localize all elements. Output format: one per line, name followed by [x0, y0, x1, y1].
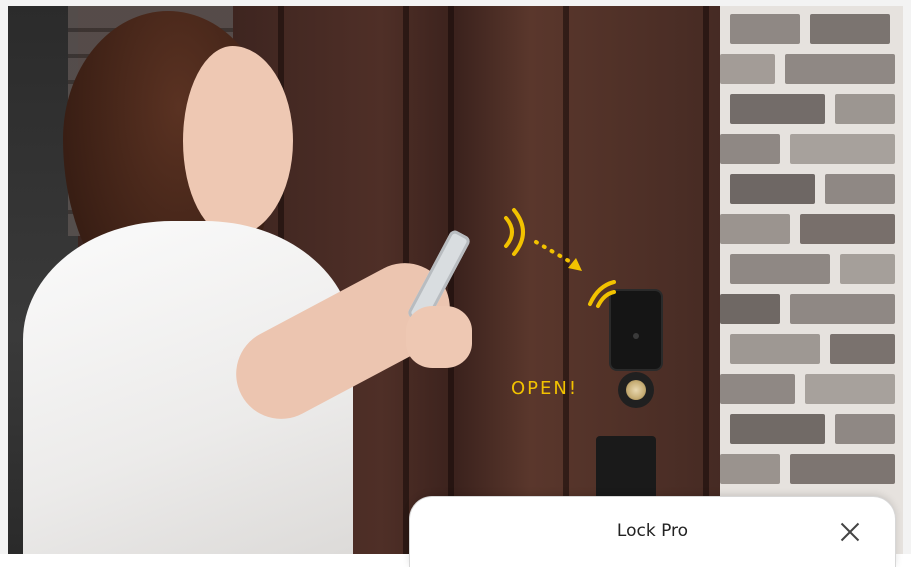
close-icon[interactable] [837, 519, 863, 545]
signal-wave-icon [504, 216, 514, 248]
signal-graphic [504, 208, 616, 308]
hero-photo: OPEN! [8, 6, 903, 554]
open-label: OPEN! [511, 378, 579, 399]
dialog-title: Lock Pro [616, 521, 689, 541]
lock-pro-dialog: Lock Pro [410, 497, 895, 567]
screen: OPEN! Lock Pro [0, 0, 911, 567]
arrow-head-icon [568, 258, 582, 271]
